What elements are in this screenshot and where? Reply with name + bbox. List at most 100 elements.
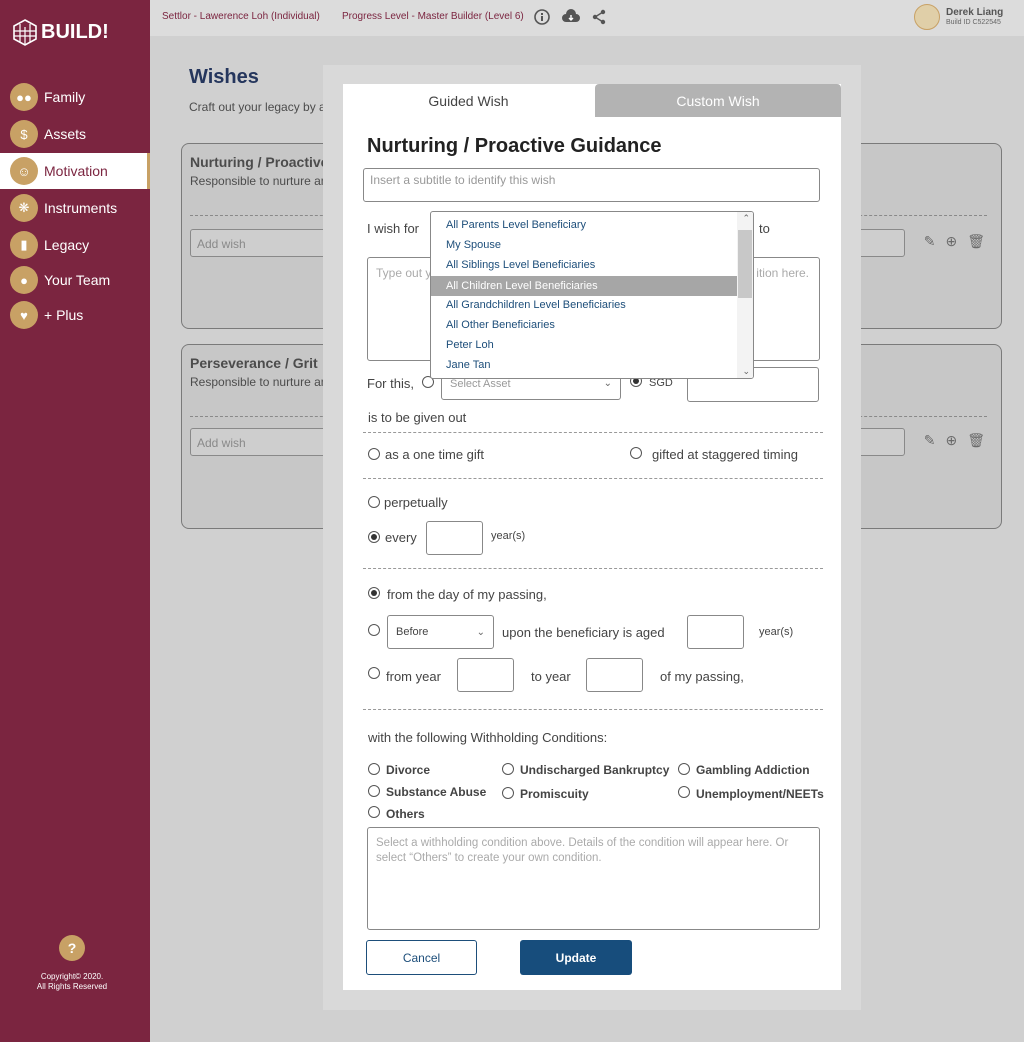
copyright-line: Copyright© 2020.: [40, 972, 104, 981]
plus-card-icon: ♥: [10, 301, 38, 329]
dropdown-option[interactable]: All Siblings Level Beneficiaries: [431, 255, 737, 275]
from-year-radio[interactable]: [368, 667, 380, 679]
before-radio[interactable]: [368, 624, 380, 636]
condition-radio-bankruptcy[interactable]: [502, 763, 514, 775]
age-input[interactable]: [687, 615, 744, 649]
help-button[interactable]: ?: [59, 935, 85, 961]
every-years-input[interactable]: [426, 521, 483, 555]
info-icon[interactable]: [533, 8, 551, 26]
divider: [363, 568, 823, 569]
user-profile[interactable]: Derek Liang Build ID C522545: [914, 4, 1003, 30]
to-label: to: [759, 221, 770, 236]
dropdown-option[interactable]: Jane Tan: [431, 355, 737, 375]
chevron-down-icon: ⌄: [603, 378, 612, 389]
from-year-label: from year: [386, 669, 441, 684]
progress-level: Progress Level - Master Builder (Level 6…: [342, 11, 524, 22]
dropdown-option[interactable]: My Spouse: [431, 235, 737, 255]
dropdown-option[interactable]: All Other Beneficiaries: [431, 315, 737, 335]
from-passing-label: from the day of my passing,: [387, 587, 547, 602]
share-icon[interactable]: [590, 8, 608, 26]
to-year-input[interactable]: [586, 658, 643, 692]
chart-icon: ▮: [10, 231, 38, 259]
condition-radio-others[interactable]: [368, 806, 380, 818]
divider: [363, 709, 823, 710]
before-value: Before: [396, 626, 429, 638]
from-year-input[interactable]: [457, 658, 514, 692]
dropdown-option[interactable]: Peter Loh: [431, 335, 737, 355]
description-placeholder: ition here.: [756, 266, 809, 280]
from-passing-radio[interactable]: [368, 587, 380, 599]
divider: [363, 478, 823, 479]
perpetually-label: perpetually: [384, 495, 448, 510]
of-passing-label: of my passing,: [660, 669, 744, 684]
sidebar-item-instruments[interactable]: ❋ Instruments: [0, 190, 150, 226]
subtitle-input[interactable]: Insert a subtitle to identify this wish: [363, 168, 820, 202]
condition-radio-gambling[interactable]: [678, 763, 690, 775]
sidebar-item-legacy[interactable]: ▮ Legacy: [0, 227, 150, 263]
condition-label: Undischarged Bankruptcy: [520, 763, 670, 777]
condition-radio-promiscuity[interactable]: [502, 787, 514, 799]
sidebar-item-label: Instruments: [44, 200, 118, 216]
family-icon: ●●: [10, 83, 38, 111]
condition-label: Substance Abuse: [386, 785, 487, 799]
dropdown-option[interactable]: All Grandchildren Level Beneficiaries: [431, 295, 737, 315]
settlor-label: Settlor - Lawerence Loh (Individual): [162, 11, 320, 22]
condition-label: Gambling Addiction: [696, 763, 810, 777]
sidebar-item-label: Family: [44, 89, 86, 105]
sidebar-item-label: Legacy: [44, 237, 90, 253]
sidebar-item-label: + Plus: [44, 307, 84, 323]
cloud-download-icon[interactable]: [560, 8, 582, 26]
user-name: Derek Liang: [946, 6, 1004, 18]
dropdown-option-selected[interactable]: All Children Level Beneficiaries: [431, 276, 737, 296]
scroll-down-icon[interactable]: ⌄: [742, 366, 750, 377]
sidebar-item-plus[interactable]: ♥ + Plus: [0, 297, 150, 333]
one-time-radio[interactable]: [368, 448, 380, 460]
dropdown-scrollbar[interactable]: ⌃ ⌄: [737, 212, 753, 378]
to-year-label: to year: [531, 669, 571, 684]
one-time-label: as a one time gift: [385, 447, 484, 462]
every-label: every: [385, 530, 417, 545]
i-wish-for-label: I wish for: [367, 221, 420, 236]
every-radio[interactable]: [368, 531, 380, 543]
app-logo[interactable]: BUILD!: [12, 18, 109, 46]
update-button[interactable]: Update: [520, 940, 632, 975]
upon-aged-label: upon the beneficiary is aged: [502, 625, 665, 640]
scrollbar-thumb[interactable]: [738, 230, 752, 298]
top-bar: Settlor - Lawerence Loh (Individual) Pro…: [150, 0, 1024, 36]
logo-cube-icon: [13, 19, 37, 46]
before-dropdown[interactable]: Before ⌄: [387, 615, 494, 649]
tab-custom-wish[interactable]: Custom Wish: [595, 84, 841, 117]
years-label: year(s): [491, 530, 526, 542]
staggered-radio[interactable]: [630, 447, 642, 459]
tab-guided-wish[interactable]: Guided Wish: [343, 84, 594, 117]
sidebar-item-motivation[interactable]: ☺ Motivation: [0, 153, 150, 189]
atom-icon: ❋: [10, 194, 38, 222]
sidebar-item-assets[interactable]: $ Assets: [0, 116, 150, 152]
avatar: [914, 4, 940, 30]
sidebar-item-your-team[interactable]: ● Your Team: [0, 262, 150, 298]
condition-radio-substance[interactable]: [368, 785, 380, 797]
build-id: Build ID C522545: [946, 18, 1001, 26]
copyright: Copyright© 2020. All Rights Reserved: [0, 972, 144, 992]
copyright-line: All Rights Reserved: [36, 982, 108, 991]
condition-label: Unemployment/NEETs: [696, 787, 824, 801]
for-this-label: For this,: [367, 376, 414, 391]
app-logo-text: BUILD!: [41, 20, 109, 43]
sidebar-item-family[interactable]: ●● Family: [0, 79, 150, 115]
modal-title: Nurturing / Proactive Guidance: [367, 135, 662, 157]
condition-label: Others: [386, 807, 425, 821]
condition-radio-divorce[interactable]: [368, 763, 380, 775]
condition-details-input[interactable]: Select a withholding condition above. De…: [367, 827, 820, 930]
sidebar-item-label: Your Team: [44, 272, 111, 288]
perpetually-radio[interactable]: [368, 496, 380, 508]
beneficiary-dropdown-list[interactable]: All Parents Level Beneficiary My Spouse …: [430, 211, 754, 379]
dropdown-option[interactable]: All Parents Level Beneficiary: [431, 215, 737, 235]
scroll-up-icon[interactable]: ⌃: [742, 213, 750, 224]
cancel-button[interactable]: Cancel: [366, 940, 477, 975]
withholding-label: with the following Withholding Condition…: [368, 730, 608, 745]
help-icon: ?: [67, 940, 77, 956]
condition-radio-unemployment[interactable]: [678, 786, 690, 798]
sidebar-item-label: Assets: [44, 126, 87, 142]
years-label: year(s): [759, 626, 794, 638]
divider: [363, 432, 823, 433]
